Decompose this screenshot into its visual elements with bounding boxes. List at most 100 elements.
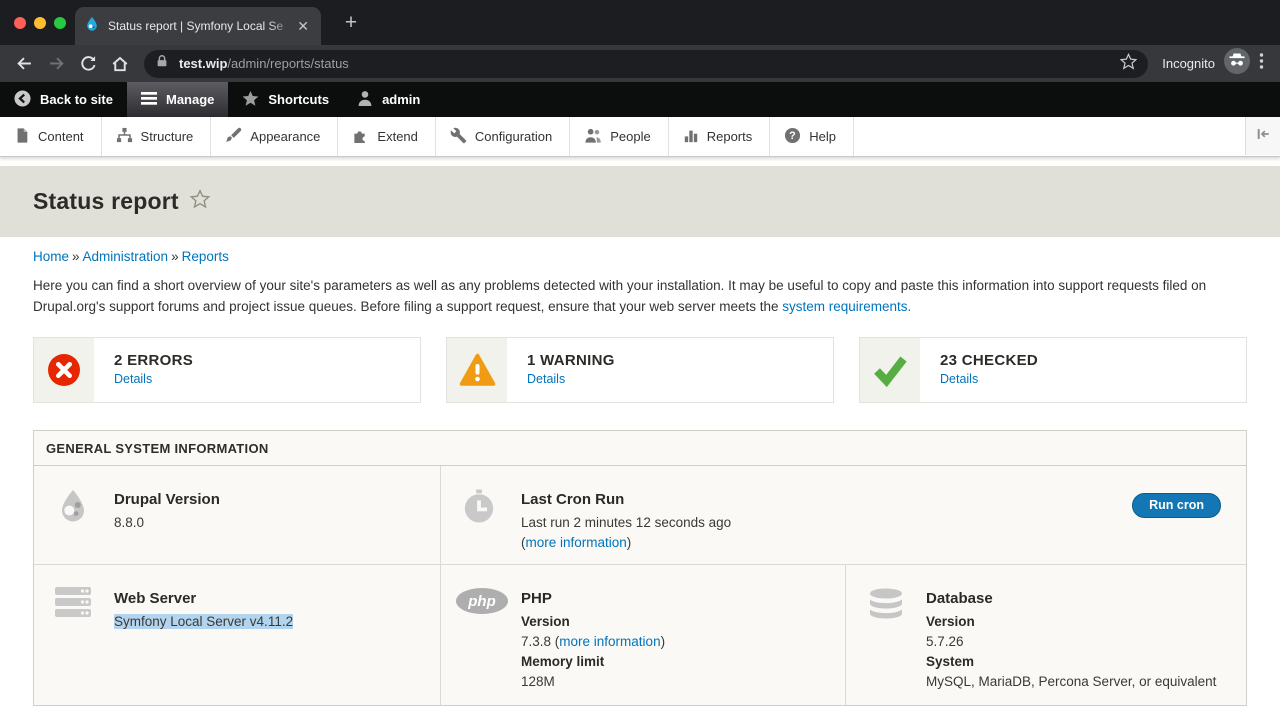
url-bar[interactable]: test.wip/admin/reports/status bbox=[144, 50, 1148, 78]
php-logo-icon: php bbox=[455, 587, 509, 620]
php-version-label: Version bbox=[521, 612, 825, 632]
cron-more-info: (more information) bbox=[521, 533, 1226, 553]
back-icon[interactable] bbox=[8, 49, 40, 79]
reload-icon[interactable] bbox=[72, 49, 104, 79]
menu-item-extend[interactable]: Extend bbox=[338, 117, 435, 156]
breadcrumb-link-reports[interactable]: Reports bbox=[182, 249, 229, 264]
database-icon bbox=[867, 587, 905, 628]
wrench-icon bbox=[450, 127, 467, 147]
php-cell: php PHP Version 7.3.8 (more information)… bbox=[440, 565, 845, 705]
lock-icon[interactable] bbox=[155, 54, 169, 73]
incognito-avatar-icon[interactable] bbox=[1224, 48, 1250, 79]
menu-item-people[interactable]: People bbox=[570, 117, 668, 156]
database-version-value: 5.7.26 bbox=[926, 632, 1226, 652]
url-text: test.wip/admin/reports/status bbox=[179, 56, 349, 71]
database-system-label: System bbox=[926, 652, 1226, 672]
admin-user-label: admin bbox=[382, 92, 420, 107]
menu-item-reports[interactable]: Reports bbox=[669, 117, 771, 156]
last-cron-run-cell: Last Cron Run Last run 2 minutes 12 seco… bbox=[440, 466, 1246, 564]
user-icon bbox=[357, 90, 373, 109]
svg-text:?: ? bbox=[789, 130, 796, 142]
shortcuts-tab[interactable]: Shortcuts bbox=[228, 82, 343, 117]
general-system-information-panel: GENERAL SYSTEM INFORMATION Drupal Versio… bbox=[33, 430, 1247, 706]
menu-item-appearance[interactable]: Appearance bbox=[211, 117, 338, 156]
bar-chart-icon bbox=[683, 127, 699, 147]
php-memory-limit-label: Memory limit bbox=[521, 652, 825, 672]
admin-user-tab[interactable]: admin bbox=[343, 82, 434, 117]
menu-label: Content bbox=[38, 129, 84, 144]
errors-details-link[interactable]: Details bbox=[114, 372, 193, 386]
favorite-star-outline-icon[interactable] bbox=[190, 189, 210, 214]
warning-icon bbox=[447, 338, 507, 402]
checkmark-icon bbox=[860, 338, 920, 402]
forward-icon[interactable] bbox=[40, 49, 72, 79]
drupal-favicon-icon bbox=[84, 16, 100, 37]
status-summary-cards: 2 ERRORS Details 1 WARNING Details 23 CH… bbox=[33, 337, 1247, 403]
home-icon[interactable] bbox=[104, 49, 136, 79]
errors-count: 2 ERRORS bbox=[114, 352, 193, 369]
menu-label: Reports bbox=[707, 129, 753, 144]
back-to-site-label: Back to site bbox=[40, 92, 113, 107]
menu-label: Configuration bbox=[475, 129, 552, 144]
database-version-label: Version bbox=[926, 612, 1226, 632]
hamburger-icon bbox=[141, 91, 157, 109]
error-icon bbox=[34, 338, 94, 402]
maximize-window-button[interactable] bbox=[54, 17, 66, 29]
menu-item-content[interactable]: Content bbox=[0, 117, 102, 156]
php-memory-limit-value: 128M bbox=[521, 672, 825, 692]
browser-menu-kebab-icon[interactable] bbox=[1259, 52, 1264, 75]
drupal-version-title: Drupal Version bbox=[114, 490, 420, 510]
database-title: Database bbox=[926, 589, 1226, 609]
browser-tab[interactable]: Status report | Symfony Local Se ✕ bbox=[75, 7, 321, 45]
web-server-value-selected: Symfony Local Server v4.11.2 bbox=[114, 614, 293, 629]
bookmark-star-icon[interactable] bbox=[1120, 53, 1137, 75]
collapse-left-icon bbox=[1255, 126, 1271, 147]
new-tab-button[interactable]: + bbox=[337, 9, 365, 37]
tab-title: Status report | Symfony Local Se bbox=[108, 19, 294, 33]
checked-count: 23 CHECKED bbox=[940, 352, 1038, 369]
intro-text: Here you can find a short overview of yo… bbox=[33, 278, 1206, 314]
warnings-details-link[interactable]: Details bbox=[527, 372, 615, 386]
checked-details-link[interactable]: Details bbox=[940, 372, 1038, 386]
breadcrumb-link-home[interactable]: Home bbox=[33, 249, 69, 264]
manage-label: Manage bbox=[166, 92, 214, 107]
menu-label: Extend bbox=[377, 129, 417, 144]
menu-item-help[interactable]: ? Help bbox=[770, 117, 854, 156]
drupal-version-value: 8.8.0 bbox=[114, 513, 420, 533]
php-title: PHP bbox=[521, 589, 825, 609]
system-requirements-link[interactable]: system requirements. bbox=[782, 299, 911, 314]
brush-icon bbox=[225, 127, 242, 147]
window-controls[interactable] bbox=[14, 17, 66, 29]
clock-icon bbox=[462, 488, 496, 530]
php-more-information-link[interactable]: more information bbox=[559, 634, 660, 649]
menu-label: Structure bbox=[141, 129, 194, 144]
page-header-band: Status report bbox=[0, 166, 1280, 237]
menu-label: People bbox=[610, 129, 650, 144]
minimize-window-button[interactable] bbox=[34, 17, 46, 29]
page-title: Status report bbox=[33, 188, 179, 215]
browser-toolbar: test.wip/admin/reports/status Incognito bbox=[0, 45, 1280, 82]
breadcrumb-link-administration[interactable]: Administration bbox=[83, 249, 169, 264]
sitemap-icon bbox=[116, 127, 133, 147]
drupal-admin-toolbar: Back to site Manage Shortcuts admin bbox=[0, 82, 1280, 117]
druplicon-icon bbox=[55, 488, 91, 531]
drupal-version-cell: Drupal Version 8.8.0 bbox=[34, 466, 440, 564]
breadcrumb-separator: » bbox=[72, 249, 80, 264]
shortcuts-label: Shortcuts bbox=[268, 92, 329, 107]
menu-label: Appearance bbox=[250, 129, 320, 144]
back-to-site-button[interactable]: Back to site bbox=[0, 82, 127, 117]
run-cron-button[interactable]: Run cron bbox=[1132, 493, 1221, 518]
tab-close-icon[interactable]: ✕ bbox=[294, 17, 312, 35]
last-cron-run-value: Last run 2 minutes 12 seconds ago bbox=[521, 513, 1226, 533]
cron-more-information-link[interactable]: more information bbox=[526, 535, 627, 550]
toolbar-collapse-button[interactable] bbox=[1245, 117, 1280, 155]
people-icon bbox=[584, 127, 602, 147]
manage-tab[interactable]: Manage bbox=[127, 82, 228, 117]
warnings-count: 1 WARNING bbox=[527, 352, 615, 369]
menu-item-configuration[interactable]: Configuration bbox=[436, 117, 570, 156]
menu-item-structure[interactable]: Structure bbox=[102, 117, 212, 156]
close-window-button[interactable] bbox=[14, 17, 26, 29]
document-icon bbox=[14, 127, 30, 147]
incognito-label: Incognito bbox=[1162, 56, 1215, 71]
puzzle-icon bbox=[352, 127, 369, 147]
